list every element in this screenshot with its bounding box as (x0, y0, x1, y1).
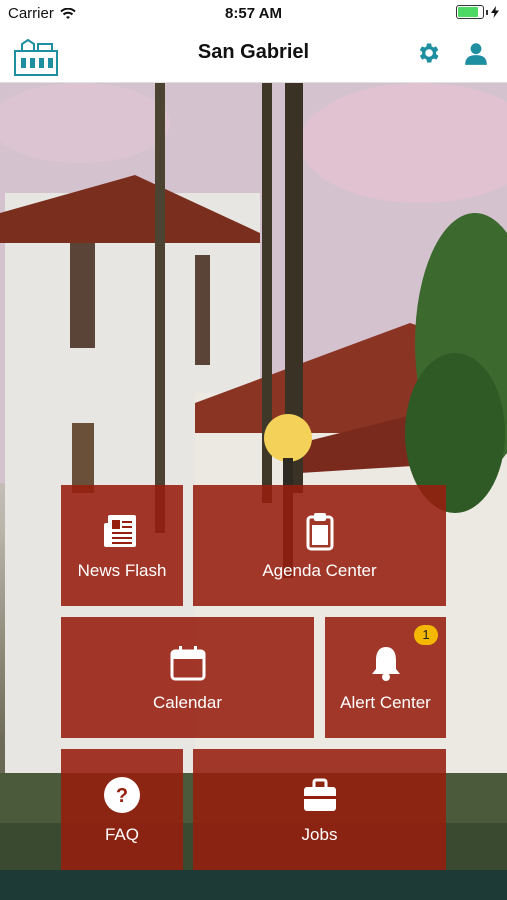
tile-label-calendar: Calendar (153, 692, 222, 712)
charging-bolt-icon (491, 6, 499, 18)
bell-icon (371, 646, 400, 681)
status-bar: Carrier 8:57 AM (0, 0, 507, 28)
tile-alert-center[interactable]: 1 Alert Center (325, 617, 446, 738)
tile-calendar[interactable]: Calendar (61, 617, 314, 738)
tile-jobs[interactable]: Jobs (193, 749, 446, 870)
tile-news-flash[interactable]: News Flash (61, 485, 183, 606)
tile-agenda-center[interactable]: Agenda Center (193, 485, 446, 606)
alert-badge: 1 (414, 625, 438, 645)
status-right (456, 5, 499, 19)
clipboard-icon (306, 512, 333, 550)
nav-bar: San Gabriel (0, 28, 507, 83)
question-icon: ? (104, 776, 140, 813)
battery-cap (486, 9, 488, 15)
tile-label-faq: FAQ (104, 824, 139, 844)
tile-label-alert-center: Alert Center (340, 692, 431, 712)
battery-icon (456, 5, 484, 19)
status-time: 8:57 AM (225, 5, 282, 22)
calendar-icon (170, 645, 205, 680)
tile-label-news-flash: News Flash (77, 560, 167, 580)
user-icon[interactable] (463, 40, 489, 66)
briefcase-icon (303, 778, 336, 811)
tile-label-jobs: Jobs (301, 824, 338, 844)
footer-strip (0, 870, 507, 900)
tile-faq[interactable]: ? FAQ (61, 749, 183, 870)
gear-icon[interactable] (415, 40, 441, 66)
svg-text:?: ? (116, 785, 128, 807)
news-icon (104, 514, 136, 547)
tile-label-agenda-center: Agenda Center (262, 560, 377, 580)
